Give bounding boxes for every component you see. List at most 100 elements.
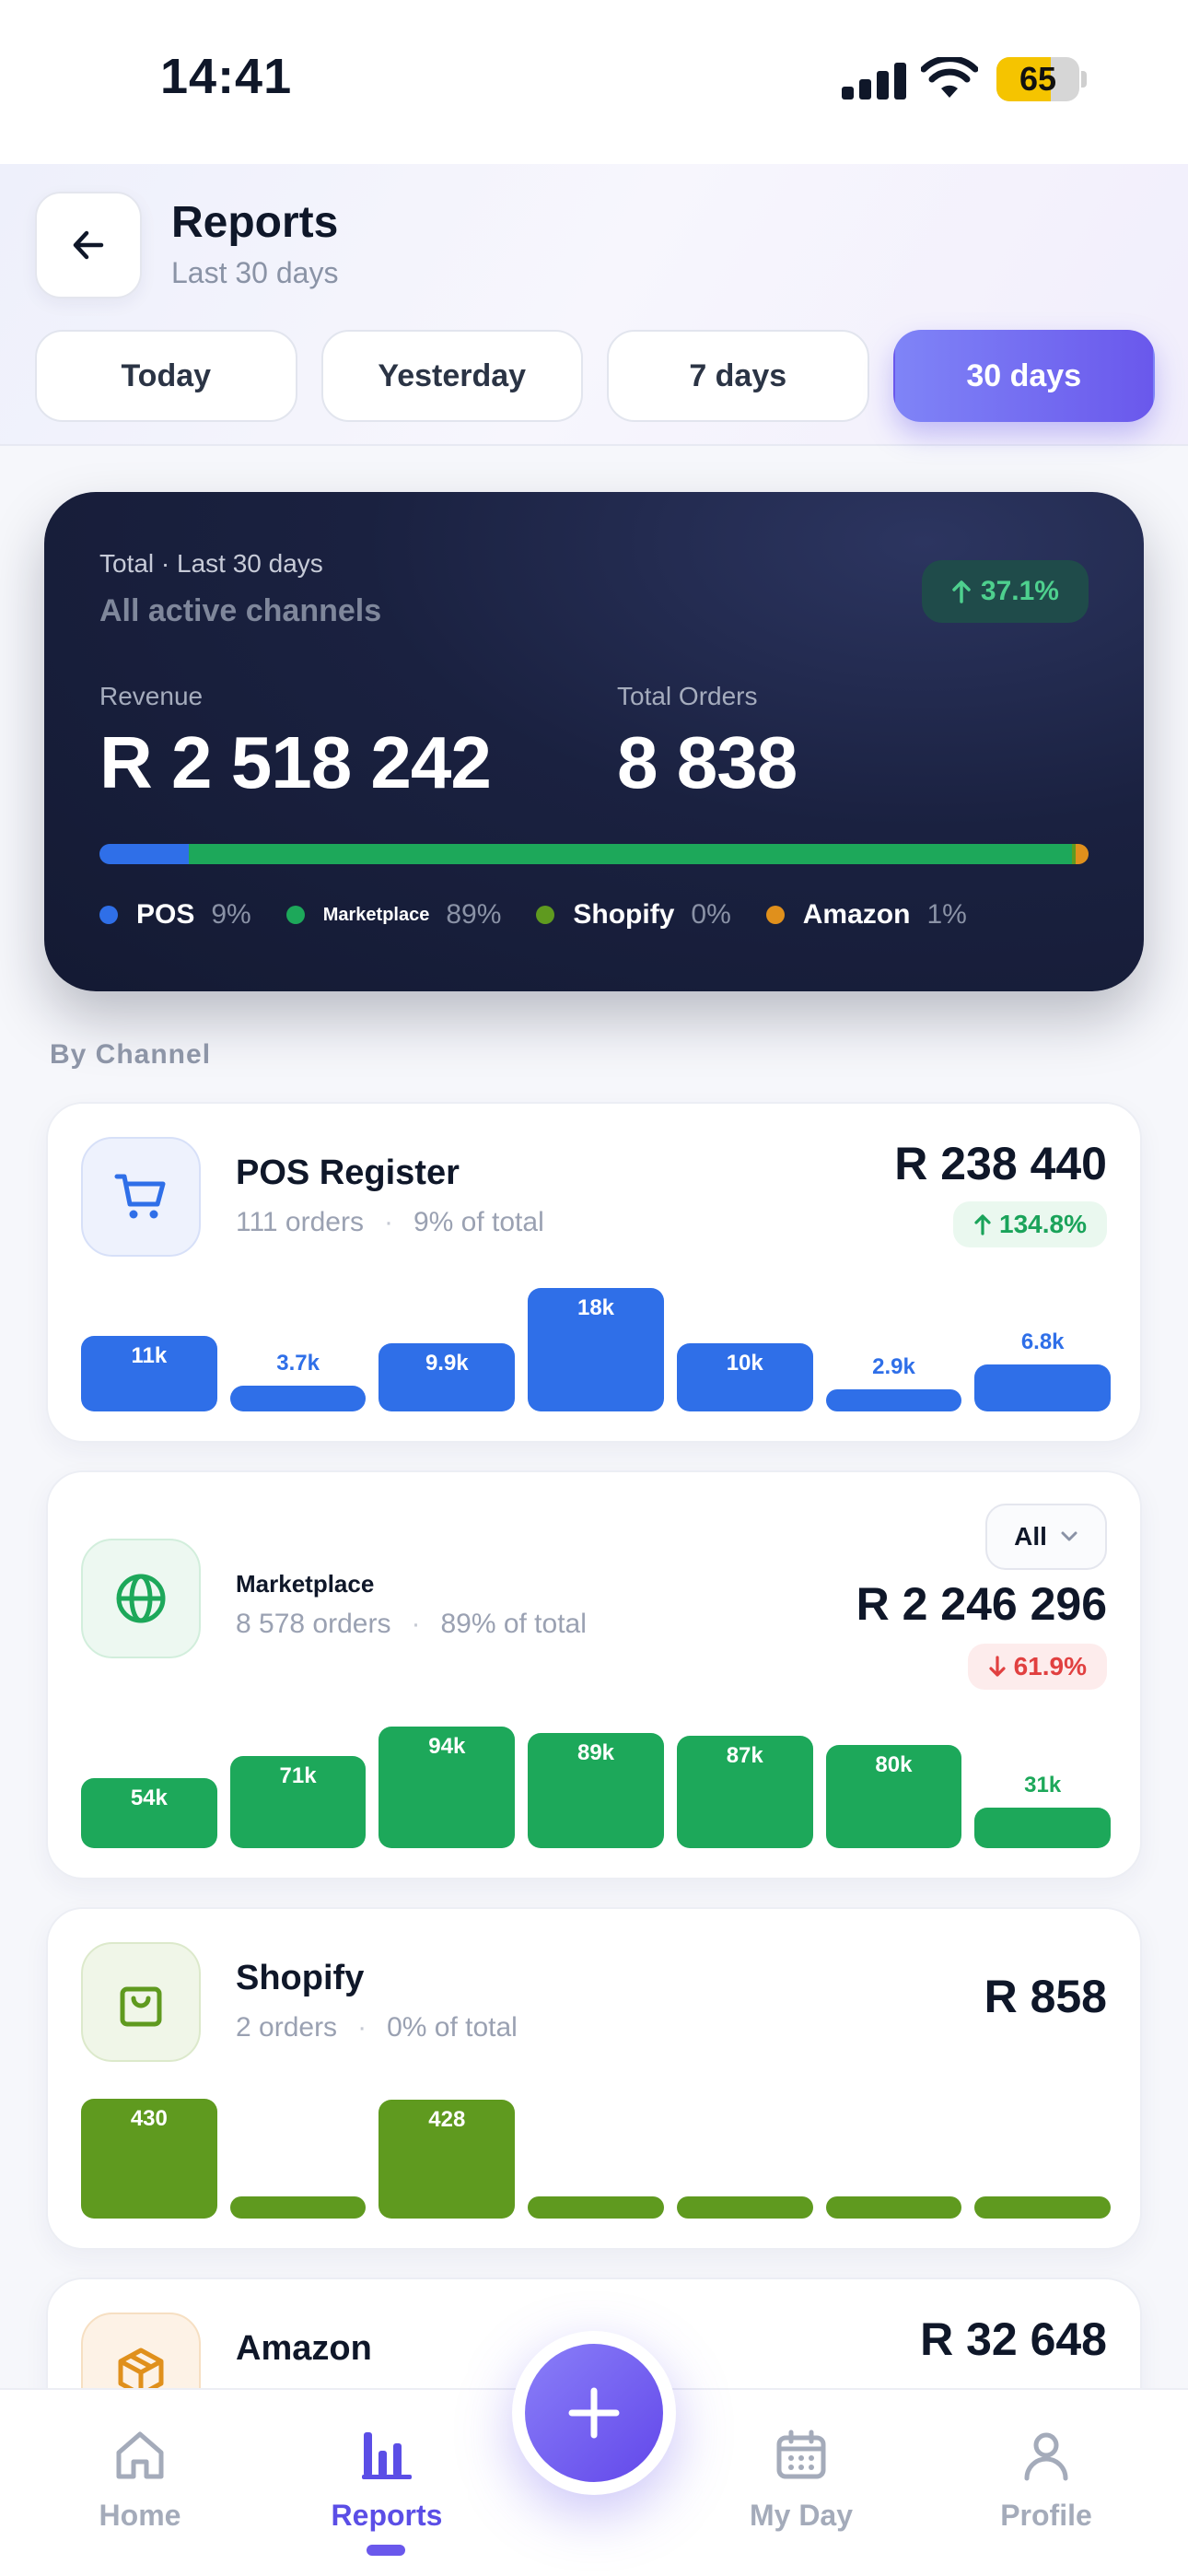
nav-label: Reports — [331, 2499, 443, 2532]
trend-value: 134.8% — [999, 1210, 1087, 1238]
legend-name: POS — [136, 899, 195, 930]
home-icon — [116, 2431, 164, 2479]
nav-reports[interactable]: Reports — [295, 2427, 479, 2533]
channel-orders: 111 orders — [236, 1207, 364, 1237]
filter-value: All — [1014, 1522, 1047, 1551]
legend-item-pos: POS 9% — [99, 899, 251, 931]
bar-4[interactable]: 89k — [528, 1733, 664, 1848]
nav-home[interactable]: Home — [48, 2427, 232, 2533]
tab-yesterday[interactable]: Yesterday — [320, 330, 583, 422]
bar-6[interactable]: 2.9k — [825, 1354, 962, 1411]
arrow-up-icon — [974, 1214, 991, 1235]
bar-label: 11k — [131, 1343, 168, 1369]
channel-card-marketplace[interactable]: Marketplace 8 578 orders · 89% of total … — [46, 1470, 1142, 1879]
bar-3[interactable]: 9.9k — [379, 1343, 516, 1411]
bar-label: 31k — [1024, 1773, 1062, 1798]
bar-2[interactable] — [229, 2196, 367, 2219]
channel-share: 0% of total — [387, 2012, 518, 2043]
section-label: By Channel — [50, 1039, 212, 1070]
channel-name: Amazon — [236, 2329, 372, 2368]
arrow-left-icon — [73, 230, 104, 260]
bar-label: 89k — [577, 1740, 615, 1766]
header: Reports Last 30 days Today Yesterday 7 d… — [0, 164, 1188, 446]
bar-7[interactable] — [974, 2196, 1112, 2219]
channel-revenue: R 2 246 296 — [856, 1578, 1107, 1630]
calendar-icon — [776, 2430, 826, 2479]
channel-meta: 111 orders · 9% of total — [236, 1207, 544, 1238]
channel-share: 9% of total — [413, 1207, 544, 1237]
arrow-up-icon — [952, 580, 971, 603]
bar-5[interactable]: 10k — [676, 1342, 813, 1411]
separator: · — [411, 1609, 421, 1639]
orders-label: Total Orders — [617, 682, 758, 710]
nav-label: Home — [99, 2499, 181, 2532]
bar-4[interactable]: 18k — [528, 1288, 664, 1411]
bar-2[interactable]: 3.7k — [229, 1351, 367, 1411]
bar-3[interactable]: 94k — [379, 1727, 516, 1848]
status-bar: 14:41 65 — [0, 0, 1188, 164]
bar-label: 71k — [279, 1763, 317, 1789]
bar-label: 2.9k — [872, 1354, 915, 1379]
bar-6[interactable] — [825, 2196, 962, 2219]
bar-3[interactable]: 428 — [379, 2099, 516, 2219]
bar-7[interactable]: 31k — [974, 1773, 1112, 1848]
summary-label: Total · Last 30 days — [99, 549, 323, 578]
bar-chart-icon — [362, 2432, 412, 2479]
bar-1[interactable]: 54k — [81, 1778, 217, 1848]
channel-trend-badge: 61.9% — [967, 1644, 1107, 1690]
bar-label: 9.9k — [425, 1351, 469, 1376]
add-button[interactable] — [525, 2344, 663, 2482]
legend-pct: 9% — [211, 899, 251, 930]
bar-label: 94k — [428, 1734, 466, 1759]
battery-level: 65 — [1019, 60, 1057, 98]
nav-label: Profile — [1000, 2499, 1092, 2532]
page-subtitle: Last 30 days — [171, 256, 339, 289]
bar-label: 10k — [726, 1350, 763, 1376]
bar-7[interactable]: 6.8k — [974, 1329, 1112, 1411]
bar-4[interactable] — [528, 2196, 664, 2219]
channel-filter-dropdown[interactable]: All — [985, 1504, 1107, 1570]
status-time: 14:41 — [160, 49, 293, 104]
channel-revenue: R 858 — [984, 1971, 1107, 2022]
legend-pct: 1% — [926, 899, 967, 930]
signal-icon — [842, 61, 906, 100]
legend-dot — [285, 906, 305, 924]
bar-label: 6.8k — [1020, 1329, 1065, 1355]
chevron-down-icon — [1061, 1531, 1077, 1541]
channel-bars: 54k 71k 94k 89k 87k 80k 31k — [81, 1727, 1112, 1848]
legend-dot — [765, 906, 785, 924]
bar-1[interactable]: 11k — [81, 1336, 217, 1411]
channel-card-shopify[interactable]: Shopify 2 orders · 0% of total R 858 430… — [46, 1907, 1142, 2250]
bar-2[interactable]: 71k — [229, 1756, 367, 1848]
bar-1[interactable]: 430 — [81, 2099, 217, 2219]
legend-dot — [99, 906, 118, 924]
tab-30-days[interactable]: 30 days — [892, 330, 1155, 422]
bar-6[interactable]: 80k — [825, 1744, 962, 1848]
nav-label: My Day — [749, 2499, 854, 2532]
legend-item-shopify: Shopify 0% — [536, 899, 731, 931]
share-segment-amazon — [1075, 844, 1089, 864]
legend-pct: 89% — [446, 899, 502, 930]
nav-profile[interactable]: Profile — [954, 2427, 1138, 2533]
tab-today[interactable]: Today — [35, 330, 297, 422]
channel-meta: 2 orders · 0% of total — [236, 2012, 518, 2043]
user-icon — [1024, 2432, 1068, 2481]
legend-name: Shopify — [573, 899, 675, 930]
legend-pct: 0% — [691, 899, 731, 930]
channel-bars: 430 428 — [81, 2099, 1112, 2219]
bar-5[interactable] — [676, 2196, 813, 2219]
nav-my-day[interactable]: My Day — [709, 2427, 893, 2533]
tab-7-days[interactable]: 7 days — [607, 330, 869, 422]
channel-name: Marketplace — [236, 1570, 375, 1598]
bar-label: 428 — [428, 2106, 466, 2132]
back-button[interactable] — [35, 192, 142, 299]
bar-label: 80k — [875, 1751, 913, 1777]
bar-5[interactable]: 87k — [676, 1735, 813, 1848]
channel-trend-badge: 134.8% — [953, 1201, 1107, 1247]
revenue-label: Revenue — [99, 682, 204, 710]
battery-icon: 65 — [996, 57, 1079, 101]
channel-name: POS Register — [236, 1153, 460, 1192]
legend-name: Marketplace — [322, 904, 430, 925]
channel-card-pos[interactable]: POS Register 111 orders · 9% of total R … — [46, 1102, 1142, 1443]
summary-card: Total · Last 30 days All active channels… — [44, 492, 1144, 991]
